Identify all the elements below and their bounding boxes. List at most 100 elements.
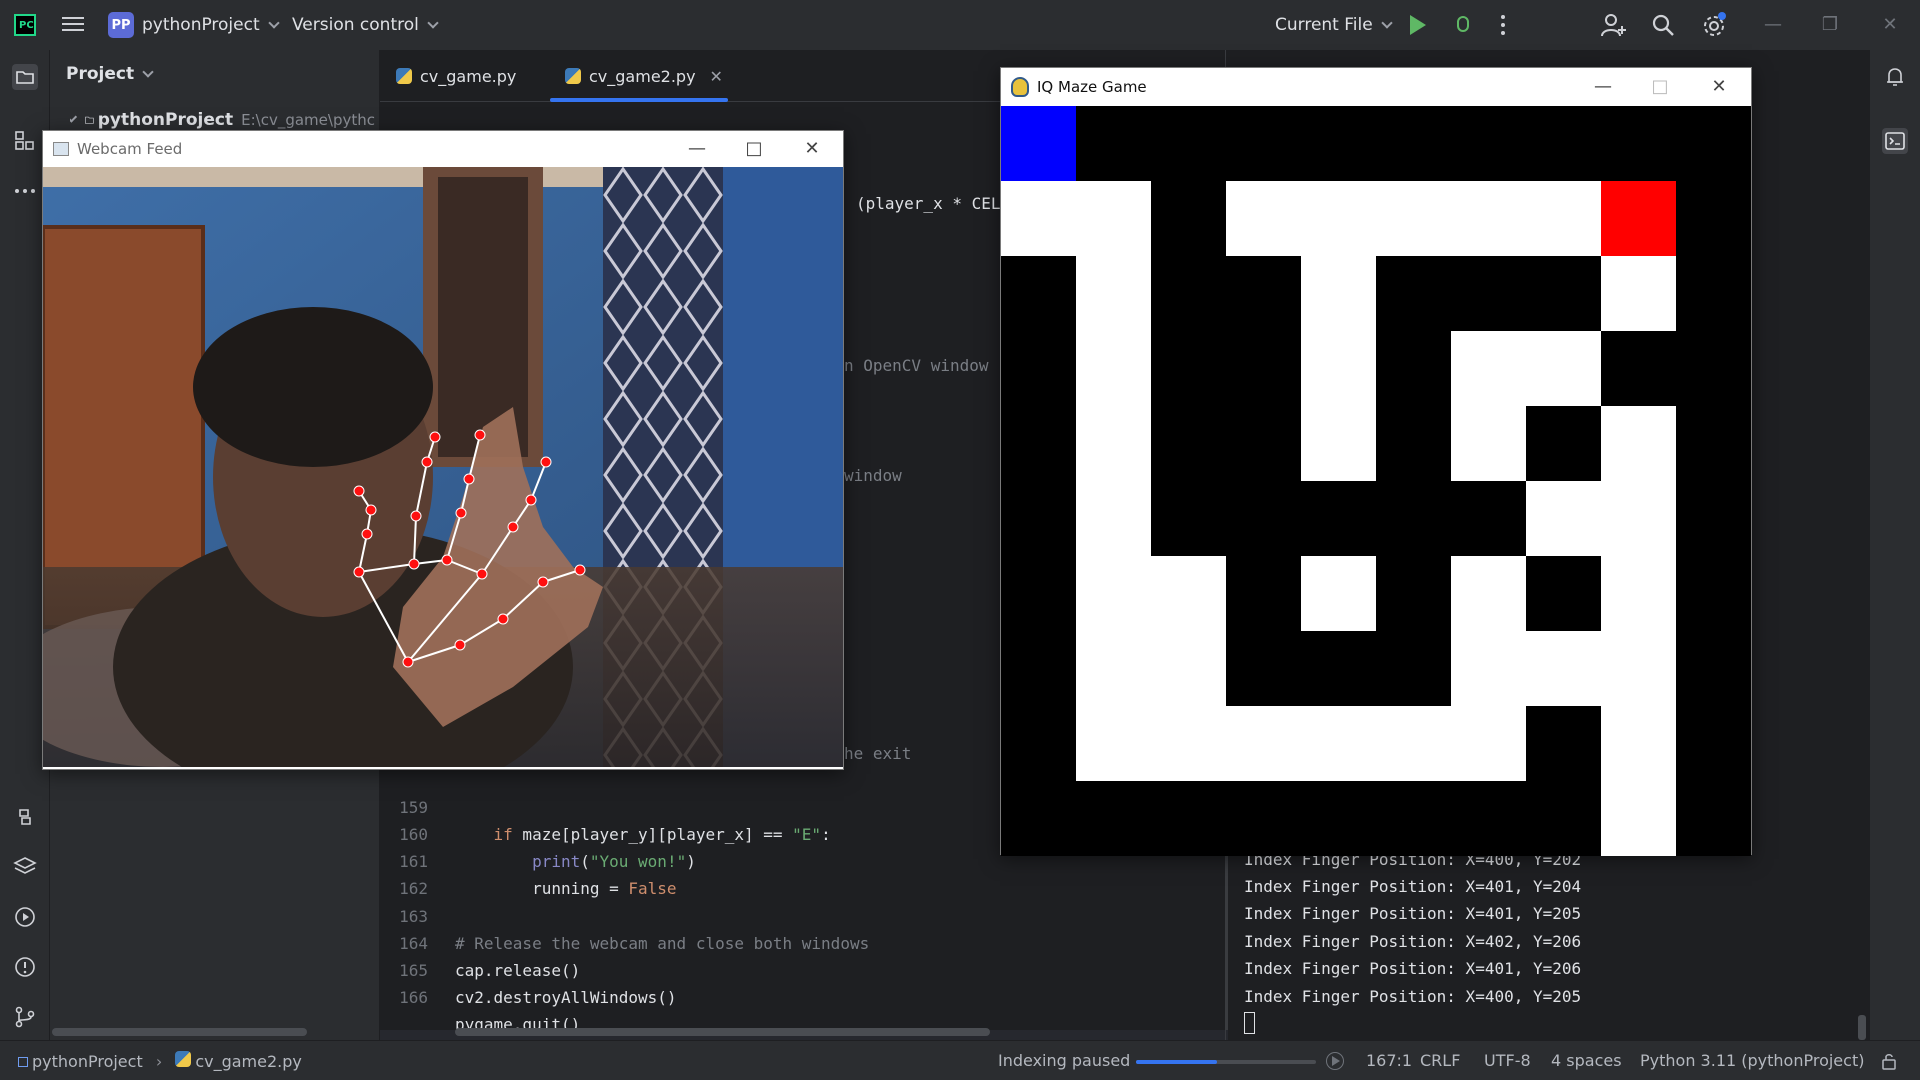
terminal-line: Index Finger Position: X=401, Y=206 (1244, 959, 1582, 978)
chevron-down-icon (427, 16, 439, 29)
maze-wall-cell (1151, 556, 1226, 631)
restore-button[interactable]: ❐ (1817, 12, 1843, 38)
maze-wall-cell (1451, 406, 1526, 481)
lock-icon[interactable] (1880, 1052, 1898, 1070)
chevron-down-icon (267, 16, 280, 29)
project-name: pythonProject (142, 15, 260, 35)
tab-cv-game[interactable]: cv_game.py (396, 50, 516, 102)
debug-button[interactable] (1452, 12, 1474, 36)
maze-wall-cell (1601, 481, 1676, 556)
hand-landmark-point (476, 568, 488, 580)
maze-exit (1601, 181, 1676, 256)
maze-wall-cell (1601, 256, 1676, 331)
hand-landmark-point (497, 613, 509, 625)
project-folder-icon[interactable] (12, 64, 38, 90)
hand-landmark-point (441, 554, 453, 566)
services-run-icon[interactable] (12, 904, 38, 930)
vcs-label: Version control (292, 15, 419, 35)
hand-landmark-point (429, 431, 441, 443)
maze-wall-cell (1226, 706, 1301, 781)
maze-wall-cell (1076, 556, 1151, 631)
code-fragment-text: n OpenCV window (844, 356, 989, 375)
notifications-bell-icon[interactable] (1882, 64, 1908, 90)
hand-landmark-point (454, 639, 466, 651)
maximize-button[interactable]: □ (1646, 73, 1674, 101)
minimize-button[interactable]: — (683, 135, 711, 163)
terminal-line: Index Finger Position: X=401, Y=204 (1244, 877, 1582, 896)
python-interpreter[interactable]: Python 3.11 (pythonProject) (1640, 1051, 1864, 1070)
maze-wall-cell (1076, 256, 1151, 331)
cursor-position[interactable]: 167:1 (1366, 1051, 1412, 1070)
project-panel-header[interactable]: Project (66, 64, 154, 84)
panel-horizontal-scrollbar[interactable] (52, 1028, 307, 1036)
folder-icon (85, 116, 94, 124)
terminal-line: Index Finger Position: X=400, Y=205 (1244, 987, 1582, 1006)
hand-landmark-point (574, 564, 586, 576)
maze-wall-cell (1076, 631, 1151, 706)
run-config-selector[interactable]: Current File (1275, 10, 1393, 40)
structure-icon[interactable] (12, 128, 38, 154)
minimize-button[interactable]: — (1760, 12, 1786, 38)
code-fragment-text: (player_x * CEL (856, 194, 1001, 213)
python-console-icon[interactable] (12, 804, 38, 830)
hand-landmark-point (365, 504, 377, 516)
editor-horizontal-scrollbar[interactable] (455, 1028, 990, 1036)
add-user-icon[interactable] (1600, 12, 1628, 38)
project-switcher[interactable]: PP pythonProject (108, 10, 280, 40)
breadcrumb-separator-icon: › (155, 1052, 163, 1071)
close-button[interactable]: ✕ (798, 135, 826, 163)
resume-indexing-icon[interactable] (1326, 1052, 1344, 1070)
layers-icon[interactable] (12, 854, 38, 880)
terminal-line: Index Finger Position: X=402, Y=206 (1244, 932, 1582, 951)
webcam-window-titlebar[interactable]: Webcam Feed — □ ✕ (43, 131, 843, 167)
hand-landmark-point (402, 656, 414, 668)
file-encoding[interactable]: UTF-8 (1484, 1051, 1531, 1070)
main-menu-icon[interactable] (60, 14, 86, 36)
tab-close-icon[interactable]: ✕ (710, 67, 723, 86)
hand-landmark-point (410, 510, 422, 522)
maze-window-titlebar[interactable]: IQ Maze Game — □ ✕ (1001, 68, 1751, 106)
maze-wall-cell (1001, 181, 1076, 256)
maze-wall-cell (1151, 706, 1226, 781)
terminal-icon[interactable] (1882, 128, 1908, 154)
run-terminal-output[interactable]: Index Finger Position: X=400, Y=202 Inde… (1228, 850, 1870, 1040)
close-button[interactable]: ✕ (1705, 73, 1733, 101)
problems-icon[interactable] (12, 954, 38, 980)
maze-wall-cell (1601, 781, 1676, 856)
maximize-button[interactable]: □ (740, 135, 768, 163)
breadcrumb-file[interactable]: cv_game2.py (195, 1052, 302, 1071)
expand-chevron-icon[interactable] (70, 113, 78, 123)
maze-wall-cell (1076, 406, 1151, 481)
git-branch-icon[interactable] (12, 1004, 38, 1030)
tab-label: cv_game2.py (589, 66, 696, 86)
run-config-label: Current File (1275, 15, 1373, 35)
indexing-status[interactable]: Indexing paused (998, 1051, 1130, 1070)
maze-game-window[interactable]: IQ Maze Game — □ ✕ (1000, 67, 1752, 856)
more-tools-icon[interactable] (12, 178, 38, 204)
maze-wall-cell (1526, 181, 1601, 256)
hand-landmark-point (421, 456, 433, 468)
search-icon[interactable] (1650, 12, 1676, 38)
indent-setting[interactable]: 4 spaces (1551, 1051, 1622, 1070)
more-actions-icon[interactable] (1500, 13, 1506, 37)
tab-cv-game2[interactable]: cv_game2.py ✕ (565, 50, 723, 102)
terminal-cursor (1244, 1012, 1255, 1034)
breadcrumb-project[interactable]: pythonProject (32, 1052, 143, 1071)
maze-wall-cell (1451, 331, 1526, 406)
indexing-progress-bar (1136, 1060, 1316, 1064)
maze-wall-cell (1451, 706, 1526, 781)
line-separator[interactable]: CRLF (1420, 1051, 1460, 1070)
terminal-scrollbar[interactable] (1858, 1015, 1866, 1040)
pycharm-logo-icon: PC (14, 14, 36, 36)
vcs-menu[interactable]: Version control (292, 10, 439, 40)
close-button[interactable]: ✕ (1877, 12, 1903, 38)
tree-root-node[interactable]: pythonProject E:\cv_game\pythc (70, 110, 375, 130)
settings-gear-icon[interactable] (1700, 11, 1728, 39)
maze-wall-cell (1526, 481, 1601, 556)
project-panel-title: Project (66, 64, 135, 84)
active-tab-indicator (550, 98, 728, 102)
minimize-button[interactable]: — (1589, 73, 1617, 101)
run-button[interactable] (1410, 15, 1426, 35)
maze-wall-cell (1376, 181, 1451, 256)
webcam-feed-window[interactable]: Webcam Feed — □ ✕ (42, 130, 844, 770)
